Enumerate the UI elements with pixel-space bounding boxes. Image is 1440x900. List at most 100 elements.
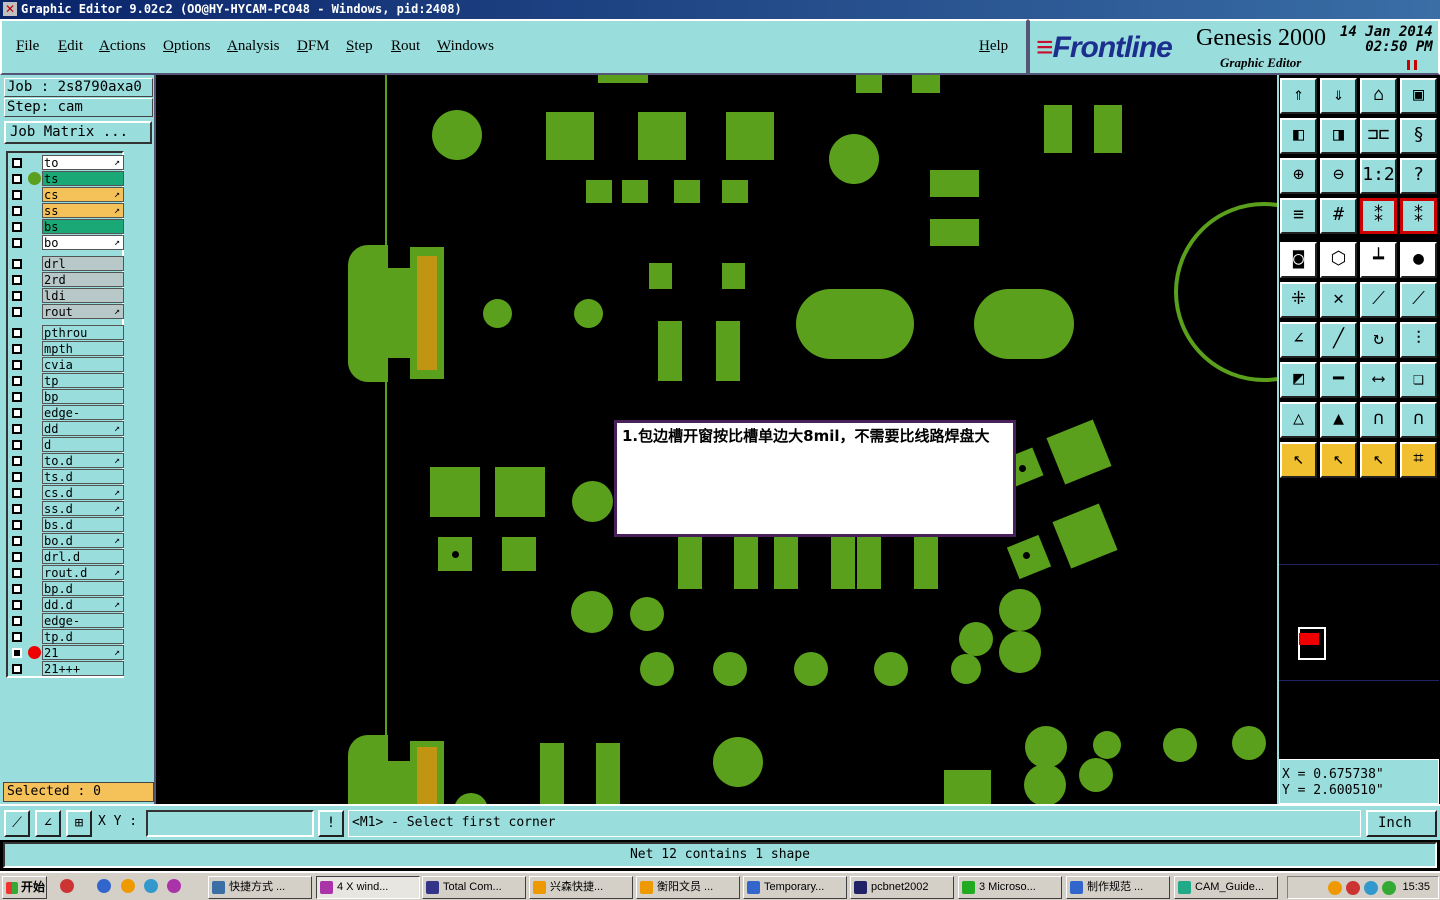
connect-icon[interactable]: ⁜ bbox=[1280, 282, 1317, 318]
start-button[interactable]: 开始 bbox=[2, 876, 47, 899]
layer-row[interactable]: to ↗ bbox=[8, 155, 124, 170]
layer-row[interactable]: 21+++ bbox=[8, 661, 124, 676]
layer-checkbox[interactable] bbox=[12, 472, 22, 482]
layer-name[interactable]: 2rd bbox=[42, 272, 124, 287]
layer-checkbox[interactable] bbox=[12, 584, 22, 594]
layer-checkbox[interactable] bbox=[12, 488, 22, 498]
select-box-icon[interactable]: ↖ bbox=[1360, 442, 1397, 478]
task-cam-guide[interactable]: CAM_Guide... bbox=[1174, 876, 1278, 899]
layer-checkbox[interactable] bbox=[12, 392, 22, 402]
angle-icon[interactable]: ∠ bbox=[1280, 322, 1317, 358]
task-microsoft[interactable]: 3 Microso... bbox=[958, 876, 1062, 899]
menu-rout[interactable]: Rout bbox=[391, 38, 420, 55]
layer-row[interactable]: tp bbox=[8, 373, 124, 388]
layer-name[interactable]: to.d ↗ bbox=[42, 453, 124, 468]
layer-checkbox[interactable] bbox=[12, 552, 22, 562]
layer-name[interactable]: ts.d bbox=[42, 469, 124, 484]
dimension-icon[interactable]: ⟷ bbox=[1360, 362, 1397, 398]
layer-checkbox[interactable] bbox=[12, 259, 22, 269]
layer-row[interactable]: dd.d ↗ bbox=[8, 597, 124, 612]
layer-row[interactable]: rout ↗ bbox=[8, 304, 124, 319]
layer-name[interactable]: dd.d ↗ bbox=[42, 597, 124, 612]
tray-icon[interactable] bbox=[1382, 881, 1396, 895]
layer-name[interactable]: tp bbox=[42, 373, 124, 388]
layer-name[interactable]: edge-plated bbox=[42, 405, 124, 434]
layer-row[interactable]: bo ↗ bbox=[8, 235, 124, 250]
layer-name[interactable]: pthrou bbox=[42, 325, 124, 340]
task-temporary[interactable]: Temporary... bbox=[743, 876, 847, 899]
layer-row[interactable]: tp.d bbox=[8, 629, 124, 644]
layer-checkbox[interactable] bbox=[12, 328, 22, 338]
grid-snap-icon[interactable]: ⊞ bbox=[66, 810, 92, 837]
browser-icon[interactable] bbox=[97, 879, 111, 893]
layer-checkbox[interactable] bbox=[12, 190, 22, 200]
layer-name[interactable]: cvia bbox=[42, 357, 124, 372]
layer-name[interactable]: rout ↗ bbox=[42, 304, 124, 319]
layer-name[interactable]: bo ↗ bbox=[42, 235, 124, 250]
redraw-icon[interactable]: § bbox=[1400, 118, 1437, 154]
xwin-icon[interactable] bbox=[167, 879, 181, 893]
task-spec[interactable]: 制作规范 ... bbox=[1066, 876, 1170, 899]
menu-windows[interactable]: Windows bbox=[437, 38, 494, 55]
layer-row[interactable]: mpth bbox=[8, 341, 124, 356]
menu-edit[interactable]: Edit bbox=[58, 38, 83, 55]
layer-checkbox[interactable] bbox=[12, 440, 22, 450]
task-xingsen[interactable]: 兴森快捷... bbox=[529, 876, 633, 899]
layer-row[interactable]: 2rd bbox=[8, 272, 124, 287]
layer-row[interactable]: rout.d ↗ bbox=[8, 565, 124, 580]
layer-row[interactable]: edge-plated bbox=[8, 405, 124, 434]
pause-icon[interactable] bbox=[1407, 60, 1417, 70]
layer-checkbox[interactable] bbox=[12, 307, 22, 317]
home-icon[interactable]: ⌂ bbox=[1360, 78, 1397, 114]
angle-snap-icon[interactable]: ∠ bbox=[35, 810, 61, 837]
layer-name[interactable]: bs.d bbox=[42, 517, 124, 532]
layer-name[interactable]: bp.d bbox=[42, 581, 124, 596]
task-total-commander[interactable]: Total Com... bbox=[422, 876, 526, 899]
layer-name[interactable]: cs.d ↗ bbox=[42, 485, 124, 500]
zoom-fit-icon[interactable]: ⊐⊏ bbox=[1360, 118, 1397, 154]
layer-name[interactable]: d bbox=[42, 437, 124, 452]
layer-checkbox[interactable] bbox=[12, 456, 22, 466]
layer-swap-icon[interactable]: ◩ bbox=[1280, 362, 1317, 398]
layer-checkbox[interactable] bbox=[12, 222, 22, 232]
layer-checkbox[interactable] bbox=[12, 664, 22, 674]
home-down-icon[interactable]: ⇓ bbox=[1320, 78, 1357, 114]
layer-row[interactable]: bs.d bbox=[8, 517, 124, 532]
clock-app-icon[interactable] bbox=[121, 879, 135, 893]
layer-checkbox[interactable] bbox=[12, 504, 22, 514]
layer-checkbox[interactable] bbox=[12, 344, 22, 354]
triangle-alt-icon[interactable]: ▲ bbox=[1320, 402, 1357, 438]
layer-checkbox[interactable] bbox=[12, 600, 22, 610]
layer-row[interactable]: drl bbox=[8, 256, 124, 271]
layer-row[interactable]: ldi bbox=[8, 288, 124, 303]
layer-row[interactable]: to.d ↗ bbox=[8, 453, 124, 468]
horizontal-icon[interactable]: ━ bbox=[1320, 362, 1357, 398]
layer-row[interactable]: bp.d bbox=[8, 581, 124, 596]
layer-name[interactable]: drl.d bbox=[42, 549, 124, 564]
triangle-icon[interactable]: △ bbox=[1280, 402, 1317, 438]
layer-name[interactable]: mpth bbox=[42, 341, 124, 356]
layer-checkbox[interactable] bbox=[12, 424, 22, 434]
tray-icon[interactable] bbox=[1346, 881, 1360, 895]
task-pcbnet[interactable]: pcbnet2002 bbox=[850, 876, 954, 899]
layer-checkbox[interactable] bbox=[12, 360, 22, 370]
pan-left-icon[interactable]: ◧ bbox=[1280, 118, 1317, 154]
arch-icon[interactable]: ∩ bbox=[1360, 402, 1397, 438]
xy-input[interactable] bbox=[146, 810, 314, 837]
layer-row[interactable]: edge-plated bbox=[8, 613, 124, 642]
settings-icon[interactable]: ≡ bbox=[1280, 198, 1317, 234]
layer-row[interactable]: bo.d ↗ bbox=[8, 533, 124, 548]
layer-row[interactable]: dd ↗ bbox=[8, 421, 124, 436]
pointer-icon[interactable]: ↖ bbox=[1280, 442, 1317, 478]
layer-row[interactable]: cs ↗ bbox=[8, 187, 124, 202]
menu-step[interactable]: Step bbox=[346, 38, 373, 55]
layer-name[interactable]: 21 ↗ bbox=[42, 645, 124, 660]
cross-icon[interactable]: ✕ bbox=[1320, 282, 1357, 318]
layer-name[interactable]: drl bbox=[42, 256, 124, 271]
layer-checkbox[interactable] bbox=[12, 616, 22, 626]
layer-row[interactable]: drl.d bbox=[8, 549, 124, 564]
layer-checkbox[interactable] bbox=[12, 520, 22, 530]
arc-icon[interactable]: ↻ bbox=[1360, 322, 1397, 358]
task-xwind[interactable]: 4 X wind... bbox=[316, 876, 420, 899]
copy-icon[interactable]: ❏ bbox=[1400, 362, 1437, 398]
